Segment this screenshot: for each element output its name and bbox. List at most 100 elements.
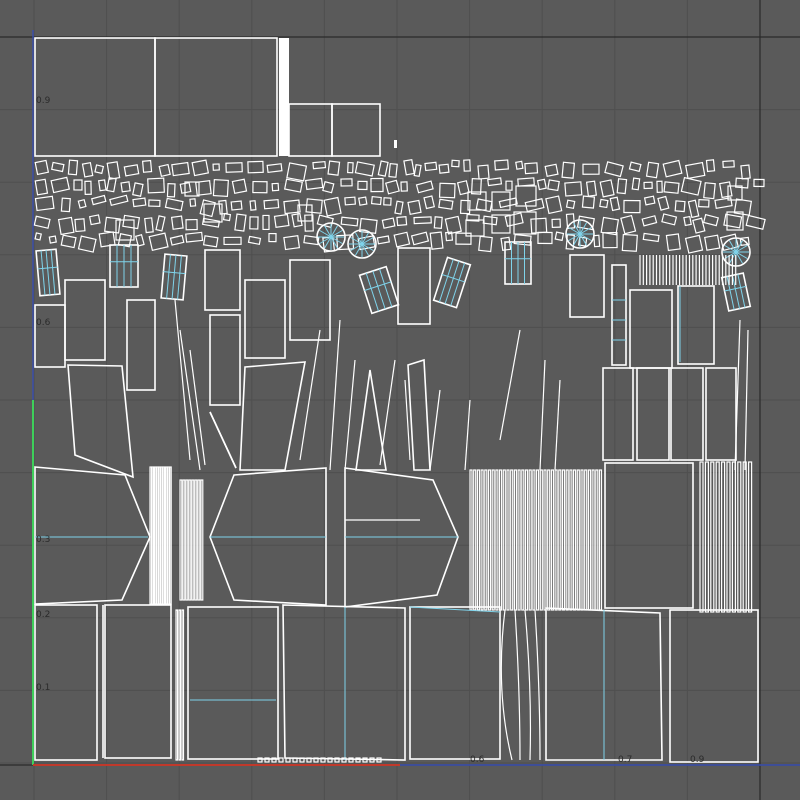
island-cylinder[interactable]: [35, 248, 61, 297]
island-rect[interactable]: [34, 37, 156, 157]
island-edge[interactable]: [554, 379, 561, 471]
island-rect[interactable]: [598, 469, 603, 611]
island-small[interactable]: [745, 214, 766, 230]
island-rect[interactable]: [715, 461, 720, 613]
island-small[interactable]: [429, 231, 444, 250]
island-rect[interactable]: [153, 466, 157, 605]
island-small[interactable]: [478, 235, 493, 253]
island-small[interactable]: [50, 176, 71, 194]
island-small[interactable]: [225, 162, 243, 173]
island-rect[interactable]: [154, 37, 278, 157]
island-small[interactable]: [247, 235, 262, 246]
island-small[interactable]: [166, 183, 176, 198]
island-small[interactable]: [564, 181, 583, 197]
island-rect[interactable]: [476, 469, 480, 611]
island-cyl-seam[interactable]: [166, 254, 171, 299]
island-rect[interactable]: [565, 469, 569, 611]
island-rect[interactable]: [209, 314, 241, 406]
island-cyl-seam[interactable]: [40, 250, 46, 296]
island-cyl-seam[interactable]: [441, 274, 465, 283]
island-edge[interactable]: [174, 299, 191, 461]
island-rect[interactable]: [591, 469, 595, 611]
island-small[interactable]: [663, 181, 680, 194]
island-small[interactable]: [141, 159, 153, 173]
island-rect[interactable]: [188, 479, 192, 601]
island-rect[interactable]: [285, 757, 291, 763]
island-small[interactable]: [60, 197, 71, 213]
island-small[interactable]: [477, 164, 490, 180]
island-edge[interactable]: [189, 349, 206, 466]
island-small[interactable]: [164, 197, 184, 212]
island-cyl-seam[interactable]: [50, 249, 56, 295]
island-rect[interactable]: [160, 466, 163, 605]
island-rect[interactable]: [521, 469, 525, 611]
island-rect[interactable]: [569, 469, 573, 611]
island-small[interactable]: [459, 199, 471, 215]
island-small[interactable]: [185, 231, 204, 243]
island-small[interactable]: [551, 218, 561, 229]
island-small[interactable]: [286, 162, 308, 182]
island-rect[interactable]: [197, 479, 201, 601]
island-small[interactable]: [354, 161, 375, 177]
island-small[interactable]: [344, 196, 356, 206]
island-small[interactable]: [106, 161, 121, 180]
island-rect[interactable]: [156, 466, 159, 605]
island-rect[interactable]: [720, 461, 726, 613]
island-small[interactable]: [544, 163, 559, 177]
island-small[interactable]: [604, 161, 624, 178]
island-rect[interactable]: [178, 609, 182, 761]
island-small[interactable]: [262, 214, 270, 231]
island-cyl-seam[interactable]: [372, 270, 386, 310]
island-small[interactable]: [403, 158, 415, 176]
island-rect[interactable]: [179, 479, 183, 601]
island-curve[interactable]: [524, 609, 532, 761]
island-rect[interactable]: [181, 609, 185, 761]
island-rect[interactable]: [602, 367, 634, 461]
island-small[interactable]: [377, 160, 389, 177]
island-small[interactable]: [158, 163, 171, 178]
island-cyl-seam[interactable]: [379, 268, 393, 308]
island-small[interactable]: [524, 162, 539, 175]
island-small[interactable]: [740, 164, 751, 180]
island-rect[interactable]: [495, 469, 499, 611]
island-rect[interactable]: [271, 757, 277, 763]
island-small[interactable]: [370, 177, 384, 193]
island-small[interactable]: [515, 160, 524, 170]
island-small[interactable]: [268, 232, 277, 243]
island-small[interactable]: [455, 232, 472, 245]
island-rect[interactable]: [604, 462, 694, 609]
island-small[interactable]: [753, 178, 765, 188]
island-small[interactable]: [185, 218, 198, 231]
island-rect[interactable]: [331, 103, 381, 157]
island-rect[interactable]: [699, 461, 704, 613]
island-small[interactable]: [249, 200, 257, 211]
island-small[interactable]: [383, 197, 392, 206]
island-small[interactable]: [451, 159, 460, 168]
island-small[interactable]: [702, 213, 719, 227]
uv-canvas[interactable]: [0, 0, 800, 800]
island-small[interactable]: [415, 180, 434, 194]
island-rect[interactable]: [705, 367, 737, 461]
island-rect[interactable]: [34, 304, 66, 368]
island-rect[interactable]: [473, 469, 477, 611]
island-small[interactable]: [393, 231, 411, 248]
island-small[interactable]: [714, 197, 733, 209]
island-rect[interactable]: [175, 609, 179, 761]
island-rect[interactable]: [204, 249, 241, 311]
island-strip[interactable]: [279, 38, 289, 156]
island-small[interactable]: [271, 182, 280, 192]
uv-editor-viewport[interactable]: 0.9 0.6 0.3 0.2 0.1 0.6 0.7 0.9: [0, 0, 800, 800]
island-rect[interactable]: [278, 757, 284, 763]
island-poly[interactable]: [67, 364, 134, 479]
island-small[interactable]: [148, 232, 169, 252]
island-rect[interactable]: [731, 461, 737, 613]
island-small[interactable]: [34, 159, 50, 176]
island-rect[interactable]: [126, 299, 156, 391]
island-small[interactable]: [407, 199, 422, 215]
island-rect[interactable]: [513, 469, 518, 611]
island-rect[interactable]: [306, 757, 312, 763]
island-small[interactable]: [230, 200, 243, 211]
island-rect[interactable]: [334, 757, 340, 763]
island-small[interactable]: [718, 181, 733, 199]
island-rect[interactable]: [149, 466, 152, 605]
